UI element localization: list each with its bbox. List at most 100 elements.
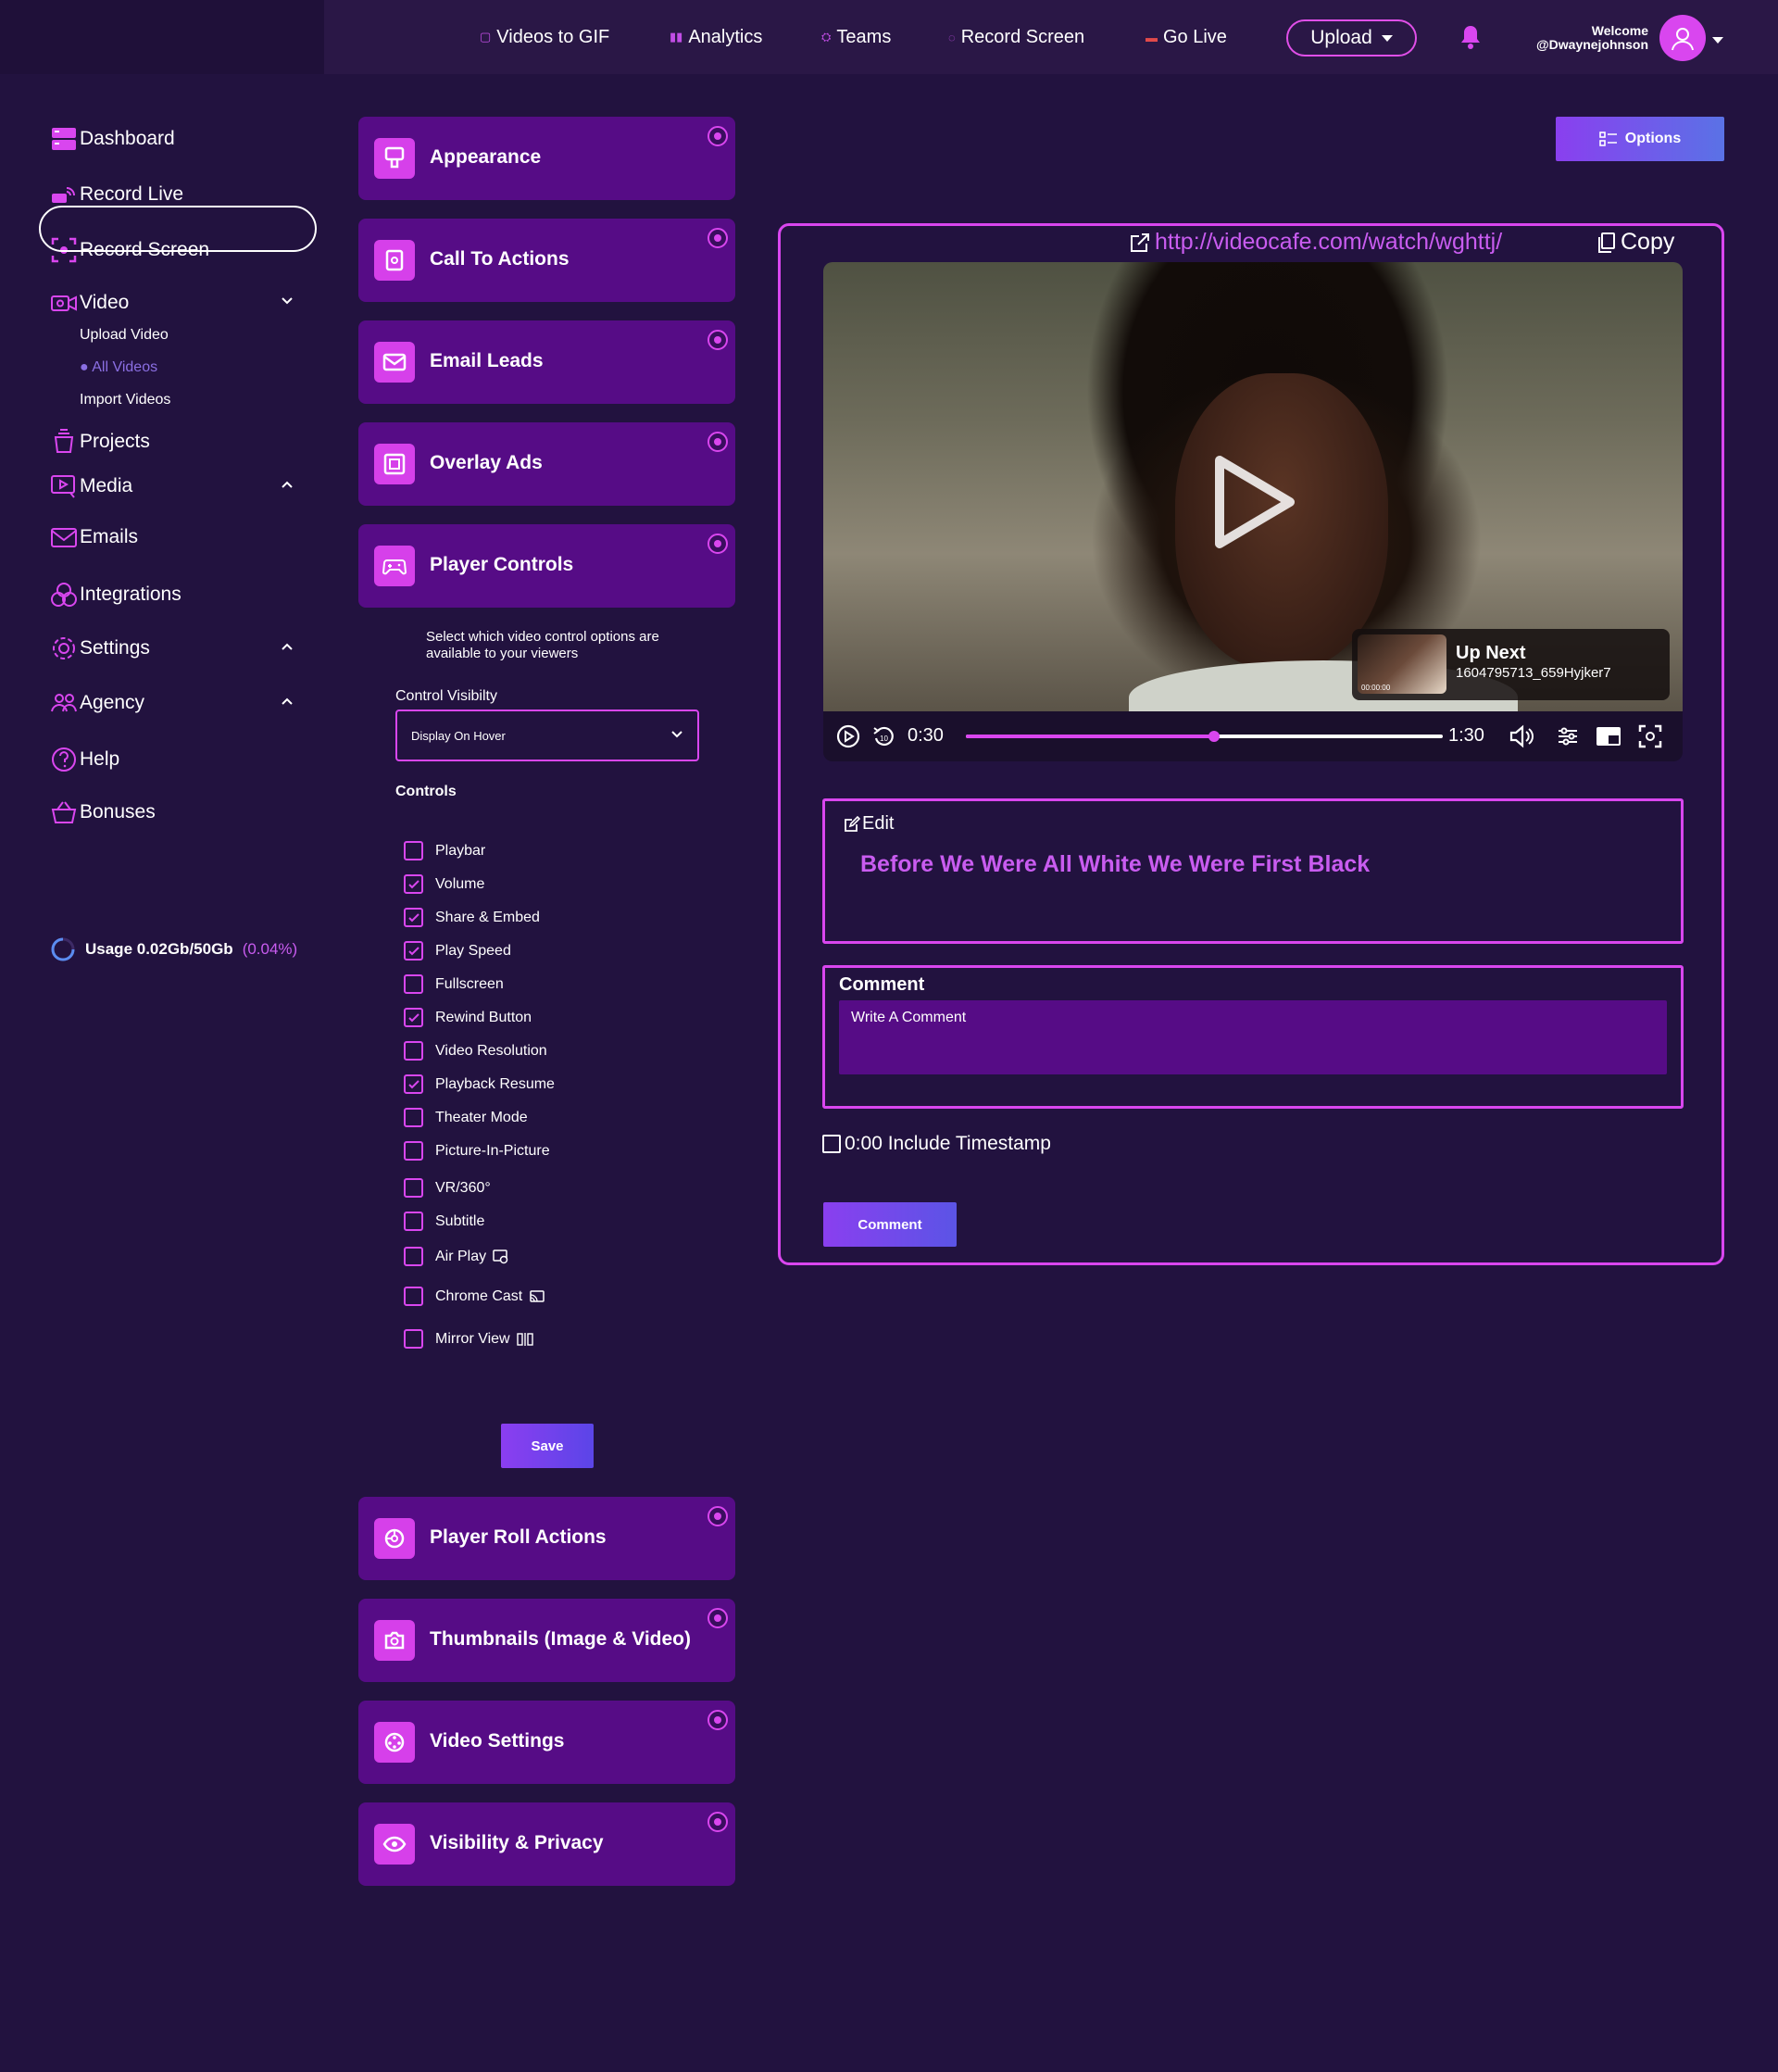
sidebar-sub-import-videos[interactable]: Import Videos [80, 392, 170, 408]
edit-button[interactable]: Edit [844, 813, 894, 835]
up-next-thumbnail: 00:00:00 [1358, 634, 1446, 694]
accordion-call-to-actions[interactable]: Call To Actions [358, 219, 735, 302]
expand-toggle-icon[interactable] [707, 228, 728, 248]
nav-videos-to-gif[interactable]: ▢ Videos to GIF [480, 0, 609, 74]
expand-toggle-icon[interactable] [707, 330, 728, 350]
chevron-up-icon[interactable] [281, 697, 294, 706]
accordion-overlay-ads[interactable]: Overlay Ads [358, 422, 735, 506]
fullscreen-icon[interactable] [1637, 723, 1663, 749]
accordion-video-settings[interactable]: Video Settings [358, 1701, 735, 1784]
control-option-chrome-cast[interactable]: Chrome Cast [404, 1287, 545, 1306]
sidebar-item-agency[interactable]: Agency [50, 689, 144, 717]
sidebar-item-record-live[interactable]: Record Live [50, 181, 183, 208]
sidebar-item-video[interactable]: Video [50, 289, 129, 317]
sidebar-item-integrations[interactable]: Integrations [50, 581, 182, 609]
control-option-vr-360[interactable]: VR/360° [404, 1178, 491, 1198]
sidebar-sub-upload-video[interactable]: Upload Video [80, 327, 169, 344]
control-option-volume[interactable]: Volume [404, 874, 484, 894]
chevron-up-icon[interactable] [281, 480, 294, 489]
control-option-playback-resume[interactable]: Playback Resume [404, 1074, 555, 1094]
save-button[interactable]: Save [501, 1424, 594, 1468]
accordion-thumbnails[interactable]: Thumbnails (Image & Video) [358, 1599, 735, 1682]
rewind-icon[interactable]: 10 [870, 723, 896, 749]
checkbox[interactable] [404, 1008, 423, 1027]
include-timestamp-checkbox[interactable]: 0:00 Include Timestamp [822, 1133, 1051, 1155]
checkbox[interactable] [404, 1247, 423, 1266]
checkbox[interactable] [404, 908, 423, 927]
checkbox[interactable] [404, 1212, 423, 1231]
play-button-icon[interactable] [835, 723, 861, 749]
accordion-visibility-privacy[interactable]: Visibility & Privacy [358, 1802, 735, 1886]
checkbox[interactable] [404, 1141, 423, 1161]
options-button[interactable]: Options [1556, 117, 1724, 161]
expand-toggle-icon[interactable] [707, 1608, 728, 1628]
avatar[interactable] [1659, 15, 1706, 61]
progress-bar[interactable] [966, 731, 1443, 742]
expand-toggle-icon[interactable] [707, 432, 728, 452]
sidebar-sub-all-videos[interactable]: ● All Videos [80, 359, 157, 376]
checkbox[interactable] [822, 1135, 841, 1153]
control-option-mirror-view[interactable]: Mirror View [404, 1329, 533, 1349]
picture-in-picture-icon[interactable] [1596, 723, 1621, 749]
control-option-share-embed[interactable]: Share & Embed [404, 908, 540, 927]
progress-knob[interactable] [1208, 731, 1220, 742]
expand-toggle-icon[interactable] [707, 1812, 728, 1832]
expand-toggle-icon[interactable] [707, 1506, 728, 1526]
checkbox[interactable] [404, 1108, 423, 1127]
control-visibility-select[interactable]: Display On Hover [395, 710, 699, 761]
accordion-player-roll-actions[interactable]: Player Roll Actions [358, 1497, 735, 1580]
comment-button[interactable]: Comment [823, 1202, 957, 1247]
up-next-card[interactable]: 00:00:00 Up Next 1604795713_659Hyjker7 [1352, 629, 1670, 700]
control-option-picture-in-picture[interactable]: Picture-In-Picture [404, 1141, 550, 1161]
dashboard-icon [52, 128, 76, 150]
accordion-appearance[interactable]: Appearance [358, 117, 735, 200]
sidebar-item-help[interactable]: Help [50, 746, 119, 773]
bell-icon[interactable] [1459, 24, 1482, 50]
checkbox[interactable] [404, 841, 423, 860]
checkbox[interactable] [404, 1329, 423, 1349]
account-caret-icon[interactable] [1712, 37, 1723, 44]
accordion-email-leads[interactable]: Email Leads [358, 320, 735, 404]
play-icon[interactable] [1207, 451, 1299, 553]
checkbox[interactable] [404, 874, 423, 894]
settings-sliders-icon[interactable] [1555, 723, 1581, 749]
checkbox[interactable] [404, 1178, 423, 1198]
share-link[interactable]: http://videocafe.com/watch/wghttj/ [1129, 229, 1502, 256]
control-option-rewind-button[interactable]: Rewind Button [404, 1008, 532, 1027]
checkbox[interactable] [404, 974, 423, 994]
sidebar-item-bonuses[interactable]: Bonuses [50, 798, 156, 826]
checkbox[interactable] [404, 1287, 423, 1306]
control-option-fullscreen[interactable]: Fullscreen [404, 974, 504, 994]
username: @Dwaynejohnson [1536, 37, 1648, 52]
expand-toggle-icon[interactable] [707, 1710, 728, 1730]
sidebar-item-dashboard[interactable]: Dashboard [50, 125, 175, 153]
comment-input[interactable] [839, 1000, 1667, 1074]
nav-teams[interactable]: ⛭ Teams [821, 0, 891, 74]
control-option-theater-mode[interactable]: Theater Mode [404, 1108, 528, 1127]
copy-button[interactable]: Copy [1596, 229, 1674, 256]
checkbox[interactable] [404, 1074, 423, 1094]
nav-record-screen[interactable]: ◌ Record Screen [948, 0, 1084, 74]
sidebar-item-video-active[interactable] [39, 206, 317, 252]
nav-analytics[interactable]: ▮▮ Analytics [670, 0, 762, 74]
chevron-up-icon[interactable] [281, 642, 294, 651]
chevron-down-icon[interactable] [281, 296, 294, 306]
control-option-playbar[interactable]: Playbar [404, 841, 485, 860]
accordion-player-controls[interactable]: Player Controls [358, 524, 735, 608]
volume-icon[interactable] [1509, 723, 1534, 749]
checkbox[interactable] [404, 941, 423, 961]
control-option-play-speed[interactable]: Play Speed [404, 941, 511, 961]
external-link-icon [1131, 232, 1149, 252]
sidebar-item-projects[interactable]: Projects [50, 428, 150, 456]
sidebar-item-emails[interactable]: Emails [50, 523, 138, 551]
control-option-video-resolution[interactable]: Video Resolution [404, 1041, 547, 1061]
sidebar-item-media[interactable]: Media [50, 472, 132, 500]
expand-toggle-icon[interactable] [707, 126, 728, 146]
expand-toggle-icon[interactable] [707, 534, 728, 554]
control-option-air-play[interactable]: Air Play [404, 1247, 509, 1266]
sidebar-item-settings[interactable]: Settings [50, 634, 150, 662]
control-option-subtitle[interactable]: Subtitle [404, 1212, 484, 1231]
nav-go-live[interactable]: ▬ Go Live [1146, 0, 1227, 74]
checkbox[interactable] [404, 1041, 423, 1061]
upload-button[interactable]: Upload [1286, 19, 1417, 57]
